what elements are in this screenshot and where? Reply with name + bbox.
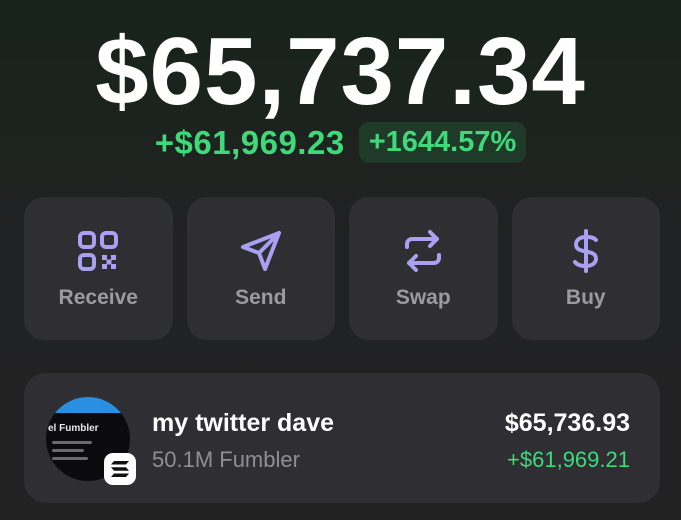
receive-button[interactable]: Receive — [24, 197, 173, 340]
balance-change-row: +$61,969.23 +1644.57% — [0, 122, 681, 163]
avatar-text-line — [52, 457, 88, 460]
avatar-profile-name: el Fumbler — [48, 423, 99, 434]
buy-button[interactable]: Buy — [511, 197, 660, 340]
dollar-icon — [563, 228, 609, 274]
token-list-item[interactable]: el Fumbler my twitter dave 50.1M Fumbler… — [24, 373, 660, 503]
balance-change-amount: +$61,969.23 — [154, 123, 345, 161]
swap-button[interactable]: Swap — [349, 197, 498, 340]
solana-icon — [104, 453, 136, 485]
token-name: my twitter dave — [152, 409, 335, 437]
total-balance: $65,737.34 — [95, 18, 586, 125]
qr-code-icon — [75, 228, 121, 274]
send-icon — [238, 228, 284, 274]
buy-label: Buy — [565, 285, 606, 309]
token-value: $65,736.93 — [504, 409, 630, 437]
send-label: Send — [235, 285, 287, 309]
token-amount: 50.1M Fumbler — [152, 447, 300, 472]
avatar-banner — [46, 397, 130, 413]
receive-label: Receive — [58, 285, 138, 309]
send-button[interactable]: Send — [186, 197, 335, 340]
avatar-text-line — [52, 441, 92, 444]
avatar-text-line — [52, 449, 84, 452]
swap-icon — [400, 228, 446, 274]
token-change: +$61,969.21 — [507, 447, 630, 472]
quick-actions: Receive Send Swap Buy — [24, 197, 660, 340]
swap-label: Swap — [395, 285, 451, 309]
balance-change-percent-badge: +1644.57% — [358, 122, 527, 163]
